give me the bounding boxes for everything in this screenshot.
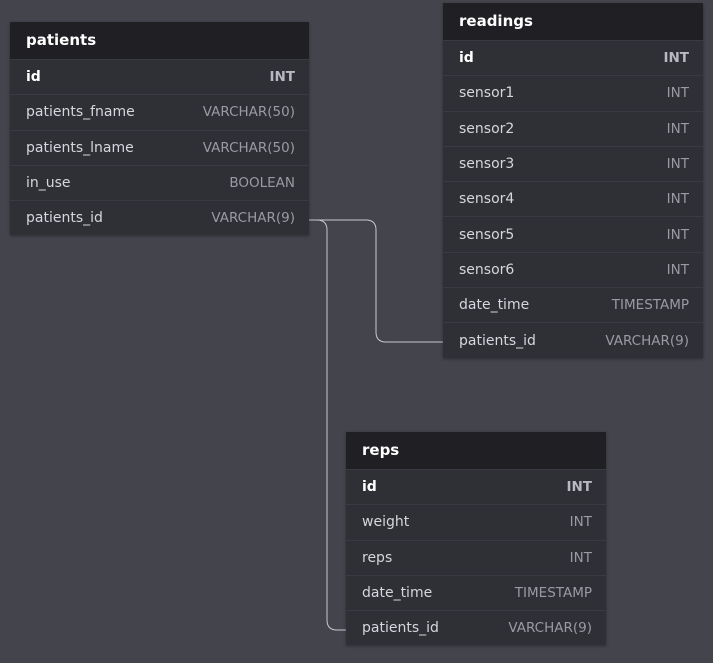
- table-title[interactable]: readings: [443, 3, 703, 40]
- column-type: VARCHAR(9): [605, 332, 689, 349]
- column-type: INT: [666, 261, 689, 278]
- column-row-patients-lname[interactable]: patients_lname VARCHAR(50): [10, 129, 309, 165]
- column-type: INT: [666, 120, 689, 137]
- column-name: sensor4: [459, 191, 515, 208]
- column-name: sensor6: [459, 261, 515, 278]
- column-row-in-use[interactable]: in_use BOOLEAN: [10, 164, 309, 200]
- column-type: TIMESTAMP: [514, 585, 592, 602]
- column-name: patients_fname: [26, 104, 135, 121]
- column-name: weight: [362, 514, 410, 531]
- column-type: TIMESTAMP: [611, 297, 689, 314]
- column-name: date_time: [362, 585, 433, 602]
- column-row-sensor2[interactable]: sensor2 INT: [443, 110, 703, 146]
- column-name: id: [459, 50, 474, 67]
- column-row-patients-id[interactable]: patients_id VARCHAR(9): [346, 610, 606, 645]
- column-name: sensor2: [459, 120, 515, 137]
- column-name: id: [362, 479, 377, 496]
- column-type: INT: [666, 85, 689, 102]
- column-row-id[interactable]: id INT: [346, 469, 606, 504]
- column-type: INT: [569, 549, 592, 566]
- column-name: patients_id: [459, 332, 536, 349]
- column-row-weight[interactable]: weight INT: [346, 504, 606, 539]
- column-name: patients_id: [26, 210, 103, 227]
- column-name: sensor5: [459, 226, 515, 243]
- column-name: reps: [362, 549, 393, 566]
- table-title[interactable]: patients: [10, 22, 309, 59]
- table-readings[interactable]: readings id INT sensor1 INT sensor2 INT …: [443, 3, 703, 358]
- column-type: INT: [663, 50, 689, 67]
- table-title[interactable]: reps: [346, 432, 606, 469]
- column-type: VARCHAR(50): [202, 104, 295, 121]
- column-type: VARCHAR(9): [211, 210, 295, 227]
- column-row-patients-fname[interactable]: patients_fname VARCHAR(50): [10, 94, 309, 129]
- column-name: sensor1: [459, 85, 515, 102]
- column-row-patients-id[interactable]: patients_id VARCHAR(9): [443, 322, 703, 357]
- column-row-sensor5[interactable]: sensor5 INT: [443, 216, 703, 251]
- column-row-date-time[interactable]: date_time TIMESTAMP: [443, 287, 703, 322]
- column-name: id: [26, 69, 41, 86]
- column-row-id[interactable]: id INT: [443, 40, 703, 75]
- column-name: sensor3: [459, 156, 515, 173]
- connector-patients-reps: [309, 219, 346, 631]
- column-row-sensor4[interactable]: sensor4 INT: [443, 181, 703, 216]
- column-type: VARCHAR(9): [508, 620, 592, 637]
- table-reps[interactable]: reps id INT weight INT reps INT date_tim…: [346, 432, 606, 646]
- column-name: patients_id: [362, 620, 439, 637]
- column-row-sensor3[interactable]: sensor3 INT: [443, 145, 703, 181]
- column-row-sensor6[interactable]: sensor6 INT: [443, 251, 703, 287]
- column-row-date-time[interactable]: date_time TIMESTAMP: [346, 574, 606, 610]
- column-type: INT: [269, 69, 295, 86]
- column-type: INT: [666, 226, 689, 243]
- column-type: INT: [566, 479, 592, 496]
- column-type: INT: [666, 156, 689, 173]
- column-type: INT: [569, 514, 592, 531]
- column-type: VARCHAR(50): [202, 139, 295, 156]
- column-row-id[interactable]: id INT: [10, 59, 309, 94]
- column-row-patients-id[interactable]: patients_id VARCHAR(9): [10, 200, 309, 235]
- column-name: date_time: [459, 297, 530, 314]
- table-patients[interactable]: patients id INT patients_fname VARCHAR(5…: [10, 22, 309, 236]
- column-name: patients_lname: [26, 139, 134, 156]
- column-type: BOOLEAN: [229, 175, 295, 192]
- column-type: INT: [666, 191, 689, 208]
- connector-patients-readings: [309, 219, 443, 343]
- diagram-canvas[interactable]: patients id INT patients_fname VARCHAR(5…: [0, 0, 713, 663]
- column-row-reps[interactable]: reps INT: [346, 539, 606, 575]
- column-row-sensor1[interactable]: sensor1 INT: [443, 75, 703, 110]
- column-name: in_use: [26, 175, 71, 192]
